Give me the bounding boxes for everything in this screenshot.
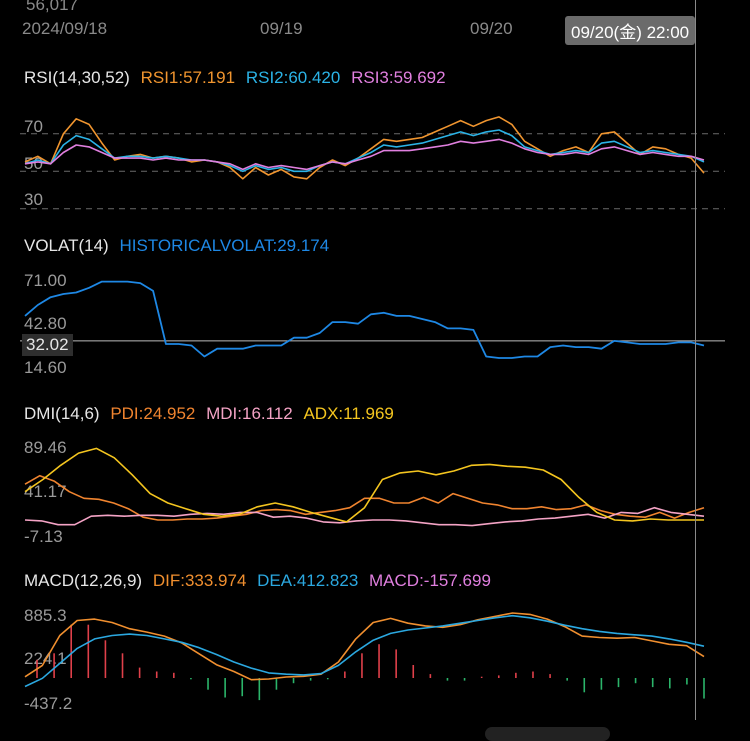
volat-series-line [24, 280, 705, 359]
rsi-series-rsi2 [24, 129, 705, 173]
rsi-chart [20, 116, 725, 210]
dmi-pdi-value: PDI:24.952 [110, 404, 196, 423]
cursor-time-badge: 09/20(金) 22:00 [565, 16, 696, 45]
volat-cursor-value: 32.02 [22, 334, 73, 356]
dmi-chart [24, 447, 705, 527]
rsi2-value: RSI2:60.420 [245, 68, 341, 87]
dmi-header: DMI(14,6) PDI:24.952 MDI:16.112 ADX:11.9… [24, 404, 394, 424]
time-label-3: 09/20 [470, 19, 513, 38]
macd-series-dea [24, 614, 705, 688]
macd-dif-value: DIF:333.974 [152, 571, 247, 590]
macd-chart [24, 612, 705, 701]
crosshair-vertical-line[interactable] [695, 0, 696, 720]
rsi3-value: RSI3:59.692 [351, 68, 446, 87]
volat-title: VOLAT(14) [24, 236, 109, 255]
dmi-mdi-value: MDI:16.112 [206, 404, 293, 423]
macd-dea-value: DEA:412.823 [257, 571, 359, 590]
top-price-clip: 56,017 [26, 0, 78, 14]
rsi-header: RSI(14,30,52) RSI1:57.191 RSI2:60.420 RS… [24, 68, 446, 88]
rsi1-value: RSI1:57.191 [140, 68, 236, 87]
macd-title: MACD(12,26,9) [24, 571, 143, 590]
macd-header: MACD(12,26,9) DIF:333.974 DEA:412.823 MA… [24, 571, 491, 591]
rsi-title: RSI(14,30,52) [24, 68, 130, 87]
dmi-title: DMI(14,6) [24, 404, 100, 423]
volat-chart [20, 280, 725, 359]
macd-hist-value: MACD:-157.699 [369, 571, 491, 590]
dmi-adx-value: ADX:11.969 [303, 404, 394, 423]
rsi-series-rsi1 [24, 116, 705, 180]
time-label-1: 2024/09/18 [22, 19, 108, 38]
time-label-2: 09/19 [260, 19, 303, 38]
scroll-handle[interactable] [485, 727, 610, 741]
volat-header: VOLAT(14) HISTORICALVOLAT:29.174 [24, 236, 329, 256]
dmi-series-pdi [24, 474, 705, 521]
volat-value: HISTORICALVOLAT:29.174 [119, 236, 330, 255]
